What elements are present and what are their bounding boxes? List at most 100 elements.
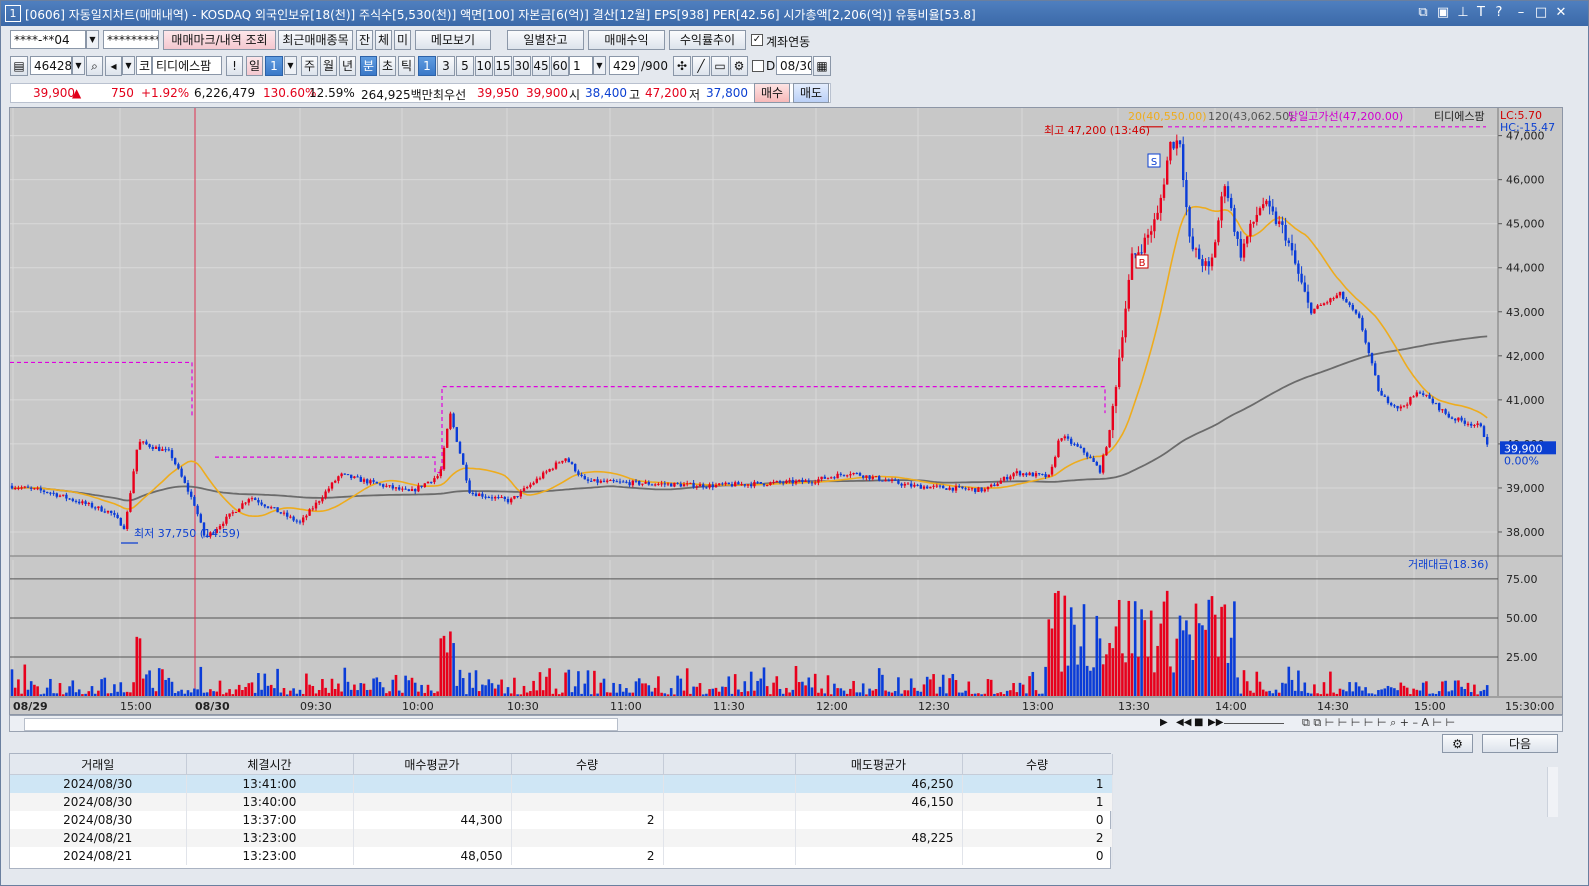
date-checkbox[interactable]: [752, 60, 764, 72]
buy-button[interactable]: 매수: [754, 83, 790, 103]
tick-button[interactable]: 틱: [398, 56, 415, 76]
interval-1-button[interactable]: 1: [418, 56, 436, 76]
tile-icon[interactable]: ▣: [1435, 5, 1451, 21]
interval-30-button[interactable]: 30: [513, 56, 531, 76]
volume-bar: [154, 691, 158, 696]
forward-icon[interactable]: ▶▶: [1208, 717, 1223, 728]
calendar-icon[interactable]: ▦: [813, 56, 831, 76]
price-chart[interactable]: 47,000 46,000 45,000 44,000 43,000 42,000 41,0…: [9, 107, 1563, 715]
minute-button[interactable]: 분: [360, 56, 377, 76]
period-day-button[interactable]: 일: [246, 56, 263, 76]
volume-bar: [1044, 666, 1047, 696]
speaker-icon[interactable]: ◂: [105, 56, 122, 76]
interval-3-button[interactable]: 3: [437, 56, 455, 76]
settings-icon[interactable]: ⚙: [730, 56, 748, 76]
grid-scrollbar[interactable]: [1547, 767, 1558, 817]
candle-body: [599, 480, 602, 483]
count-dropdown-icon[interactable]: ▼: [593, 56, 606, 75]
grid-header-cell[interactable]: 매도평균가: [795, 754, 963, 775]
link-account-checkbox[interactable]: ✓: [751, 34, 763, 46]
search-icon[interactable]: ⌕: [86, 56, 103, 76]
return-trend-button[interactable]: 수익률추이: [669, 30, 746, 50]
rewind-icon[interactable]: ◀◀: [1176, 717, 1191, 728]
close-icon[interactable]: ✕: [1553, 5, 1569, 21]
zoom-slider[interactable]: [1224, 723, 1284, 724]
date-input[interactable]: 08/30: [776, 56, 812, 75]
link-icon[interactable]: ⧉: [1415, 5, 1431, 21]
month-button[interactable]: 월: [320, 56, 337, 76]
volume-bar: [36, 686, 39, 696]
grid-settings-icon[interactable]: ⚙: [1442, 734, 1473, 753]
next-button[interactable]: 다음: [1482, 734, 1558, 753]
maximize-icon[interactable]: □: [1533, 5, 1549, 21]
stop-icon[interactable]: ■: [1194, 717, 1203, 728]
candle-body: [910, 483, 913, 487]
executed-button[interactable]: 체: [375, 30, 392, 50]
count-input[interactable]: 1: [569, 56, 593, 75]
interval-45-button[interactable]: 45: [532, 56, 550, 76]
volume-bar: [679, 678, 683, 696]
code-dropdown-icon[interactable]: ▼: [72, 56, 85, 75]
sell-button[interactable]: 매도: [793, 83, 829, 103]
candle-body: [106, 510, 110, 513]
second-button[interactable]: 초: [379, 56, 396, 76]
balance-button[interactable]: 잔: [356, 30, 373, 50]
table-row[interactable]: 2024/08/30 13:40:00 46,150 1: [10, 792, 1113, 811]
table-row[interactable]: 2024/08/30 13:41:00 46,250 1: [10, 774, 1113, 793]
interval-60-button[interactable]: 60: [551, 56, 569, 76]
table-row[interactable]: 2024/08/21 13:23:00 48,225 2: [10, 828, 1113, 847]
period-count-button[interactable]: 1: [265, 56, 283, 76]
window-number[interactable]: 1: [5, 5, 21, 22]
grid-header-cell[interactable]: 수량: [511, 754, 664, 775]
grid-header-cell[interactable]: [663, 754, 796, 775]
candle-body: [350, 474, 353, 479]
unfilled-button[interactable]: 미: [394, 30, 411, 50]
range-input[interactable]: 429: [609, 56, 639, 75]
period-dropdown-icon[interactable]: ▼: [284, 56, 297, 75]
candle-body: [1166, 160, 1169, 185]
trade-mark-button[interactable]: 매매마크/내역 조회: [163, 30, 276, 50]
interval-10-button[interactable]: 10: [475, 56, 493, 76]
speaker-dropdown-icon[interactable]: ▼: [122, 56, 135, 75]
grid-header-cell[interactable]: 거래일: [10, 754, 187, 775]
candle-body: [446, 428, 449, 448]
candle-body: [766, 485, 769, 487]
password-input[interactable]: *********: [103, 30, 159, 49]
memo-button[interactable]: 메모보기: [415, 30, 491, 50]
year-button[interactable]: 년: [339, 56, 356, 76]
volume-bar: [455, 685, 459, 696]
candle-body: [74, 500, 78, 502]
trade-profit-button[interactable]: 매매수익: [588, 30, 665, 50]
table-row[interactable]: 2024/08/21 13:23:00 48,050 2 0: [10, 846, 1113, 865]
stock-name[interactable]: 티디에스팜: [152, 56, 222, 75]
candle-body: [516, 496, 519, 498]
save-icon[interactable]: ▭: [711, 56, 729, 76]
alert-button[interactable]: !: [226, 56, 243, 76]
play-icon[interactable]: ▶: [1160, 717, 1168, 728]
grid-header-cell[interactable]: 체결시간: [186, 754, 354, 775]
draw-line-icon[interactable]: ╱: [692, 56, 710, 76]
recent-trades-button[interactable]: 최근매매종목: [278, 30, 353, 50]
grid-header-cell[interactable]: 수량: [962, 754, 1113, 775]
interval-15-button[interactable]: 15: [494, 56, 512, 76]
daily-balance-button[interactable]: 일별잔고: [507, 30, 584, 50]
week-button[interactable]: 주: [301, 56, 318, 76]
account-dropdown-icon[interactable]: ▼: [86, 30, 99, 49]
minimize-icon[interactable]: –: [1513, 5, 1529, 21]
help-icon[interactable]: ?: [1491, 5, 1507, 21]
font-icon[interactable]: T: [1473, 5, 1489, 21]
volume-bar: [1239, 693, 1243, 696]
grid-header-cell[interactable]: 매수평균가: [353, 754, 512, 775]
chart-canvas[interactable]: 47,00046,00045,00044,00043,00042,00041,0…: [10, 108, 1563, 715]
candle-body: [340, 473, 343, 477]
interval-5-button[interactable]: 5: [456, 56, 474, 76]
candle-body: [878, 476, 881, 481]
crosshair-icon[interactable]: ✣: [673, 56, 691, 76]
chart-icon[interactable]: ▤: [10, 56, 28, 76]
navigator-scroll-thumb[interactable]: [24, 718, 618, 731]
chart-tools-icons[interactable]: ⧉ ⧉ ⊢ ⊢ ⊢ ⊢ ⊢ ⌕ + – A ⊢ ⊢: [1302, 716, 1455, 730]
pin-icon[interactable]: ⊥: [1455, 5, 1471, 21]
table-row[interactable]: 2024/08/30 13:37:00 44,300 2 0: [10, 810, 1113, 829]
code-input[interactable]: 464280: [30, 56, 72, 75]
account-input[interactable]: ****-**04: [10, 30, 86, 49]
